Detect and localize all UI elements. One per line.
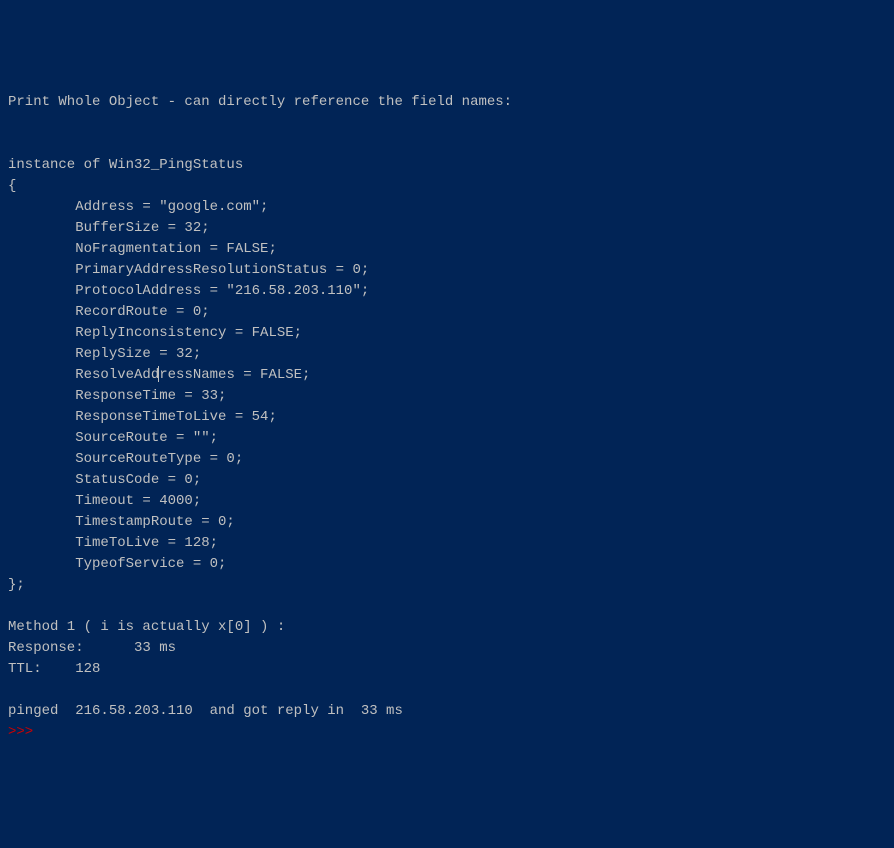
field-responsetime: ResponseTime = 33; [8,388,226,404]
method-header: Method 1 ( i is actually x[0] ) : [8,619,285,635]
field-sourceroutetype: SourceRouteType = 0; [8,451,243,467]
field-protocoladdress: ProtocolAddress = "216.58.203.110"; [8,283,369,299]
field-recordroute: RecordRoute = 0; [8,304,210,320]
open-brace: { [8,178,16,194]
field-timetolive: TimeToLive = 128; [8,535,218,551]
field-responsetimetolive: ResponseTimeToLive = 54; [8,409,277,425]
field-primaryaddressresolutionstatus: PrimaryAddressResolutionStatus = 0; [8,262,369,278]
field-statuscode: StatusCode = 0; [8,472,201,488]
field-timestamproute: TimestampRoute = 0; [8,514,235,530]
prompt[interactable]: >>> [8,724,42,740]
ttl-line: TTL: 128 [8,661,100,677]
terminal-output[interactable]: Print Whole Object - can directly refere… [8,92,886,743]
field-address: Address = "google.com"; [8,199,268,215]
field-typeofservice: TypeofService = 0; [8,556,226,572]
field-resolveaddressnames-post: ressNames = FALSE; [159,367,310,383]
header-line: Print Whole Object - can directly refere… [8,94,512,110]
text-cursor [158,366,159,382]
instance-line: instance of Win32_PingStatus [8,157,243,173]
response-line: Response: 33 ms [8,640,176,656]
field-resolveaddressnames-pre: ResolveAdd [8,367,159,383]
field-replyinconsistency: ReplyInconsistency = FALSE; [8,325,302,341]
pinged-line: pinged 216.58.203.110 and got reply in 3… [8,703,403,719]
field-buffersize: BufferSize = 32; [8,220,210,236]
close-brace: }; [8,577,25,593]
field-nofragmentation: NoFragmentation = FALSE; [8,241,277,257]
field-sourceroute: SourceRoute = ""; [8,430,218,446]
field-timeout: Timeout = 4000; [8,493,201,509]
field-replysize: ReplySize = 32; [8,346,201,362]
